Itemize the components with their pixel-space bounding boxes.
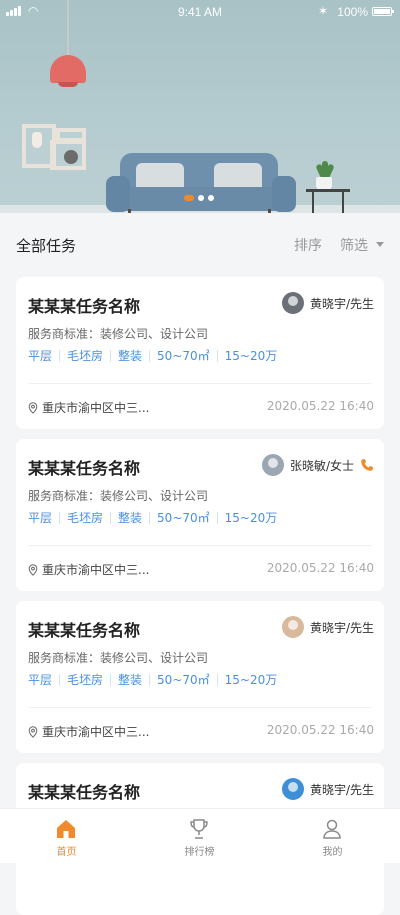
pendant-lamp — [50, 55, 86, 83]
tag-area: 50~70㎡ — [149, 350, 217, 362]
tag-floor-type: 平层 — [28, 673, 53, 687]
card-divider — [28, 545, 372, 546]
task-card[interactable]: 某某某任务名称 黄晓宇/先生 服务商标准：装修公司、设计公司 平层 毛坯房 整装… — [16, 277, 384, 429]
tab-label: 排行榜 — [184, 847, 215, 858]
location-pin-icon — [28, 563, 38, 576]
home-icon — [57, 820, 75, 838]
location-pin-icon — [28, 725, 38, 738]
task-datetime: 2020.05.22 16:40 — [266, 561, 374, 575]
provider-standard: 服务商标准：装修公司、设计公司 — [28, 489, 209, 503]
tab-label: 我的 — [322, 847, 343, 858]
task-contact: 黄晓宇/先生 — [281, 291, 374, 315]
task-location: 重庆市渝中区中三... — [28, 399, 149, 416]
task-title: 某某某任务名称 — [28, 459, 141, 478]
tab-profile[interactable]: 我的 — [266, 809, 399, 863]
side-table-leg — [342, 191, 344, 213]
tag-floor-type: 平层 — [28, 349, 53, 363]
tag-floor-type: 平层 — [28, 511, 53, 525]
tag-renovation-type: 整装 — [110, 350, 149, 362]
task-title: 某某某任务名称 — [28, 621, 141, 640]
tag-budget: 15~20万 — [216, 350, 285, 362]
task-tags: 平层 毛坯房 整装 50~70㎡ 15~20万 — [28, 350, 284, 362]
sofa-arm — [106, 176, 130, 212]
location-pin-icon — [28, 401, 38, 414]
bottom-tab-bar: 首页 排行榜 我的 — [0, 808, 400, 863]
wall-shelf — [56, 128, 86, 142]
location-text: 重庆市渝中区中三... — [42, 563, 150, 577]
tag-renovation-type: 整装 — [110, 674, 149, 686]
provider-standard: 服务商标准：装修公司、设计公司 — [28, 651, 209, 665]
task-list-header: 全部任务 排序 筛选 — [0, 213, 400, 277]
battery-percent: 100% — [337, 5, 368, 19]
task-title: 某某某任务名称 — [28, 783, 141, 802]
task-contact: 黄晓宇/先生 — [281, 777, 374, 801]
status-bar: ◠ 9:41 AM ✶ 100% — [0, 0, 400, 24]
shelf-decor — [64, 150, 78, 164]
side-table-leg — [312, 191, 314, 213]
task-card[interactable]: 某某某任务名称 张晓敏/女士 服务商标准：装修公司、设计公司 平层 毛坯房 整装… — [16, 439, 384, 591]
task-contact: 张晓敏/女士 — [261, 453, 374, 477]
sort-button[interactable]: 排序 — [294, 235, 322, 255]
tab-label: 首页 — [56, 847, 77, 858]
user-icon — [323, 819, 341, 839]
section-title: 全部任务 — [16, 237, 77, 255]
task-datetime: 2020.05.22 16:40 — [266, 723, 374, 737]
task-contact: 黄晓宇/先生 — [281, 615, 374, 639]
avatar — [281, 778, 304, 800]
task-title: 某某某任务名称 — [28, 297, 141, 316]
sofa-arm — [272, 176, 296, 212]
task-location: 重庆市渝中区中三... — [28, 561, 149, 578]
task-tags: 平层 毛坯房 整装 50~70㎡ 15~20万 — [28, 674, 284, 686]
contact-name: 黄晓宇/先生 — [309, 296, 374, 311]
tag-house-condition: 毛坯房 — [59, 512, 110, 524]
carousel-dot-active — [184, 195, 194, 201]
tag-house-condition: 毛坯房 — [59, 350, 110, 362]
contact-name: 张晓敏/女士 — [289, 458, 354, 473]
caret-down-icon[interactable] — [376, 242, 384, 247]
avatar — [281, 292, 304, 314]
card-divider — [28, 707, 372, 708]
task-location: 重庆市渝中区中三... — [28, 723, 149, 740]
bluetooth-icon: ✶ — [317, 4, 328, 18]
tab-home[interactable]: 首页 — [0, 809, 133, 863]
task-tags: 平层 毛坯房 整装 50~70㎡ 15~20万 — [28, 512, 284, 524]
carousel-dot — [198, 195, 204, 201]
task-datetime: 2020.05.22 16:40 — [266, 399, 374, 413]
battery-icon — [372, 7, 394, 16]
lamp-cord — [67, 0, 69, 56]
contact-name: 黄晓宇/先生 — [309, 620, 374, 635]
tag-renovation-type: 整装 — [110, 512, 149, 524]
avatar — [281, 616, 304, 638]
card-divider — [28, 383, 372, 384]
phone-icon[interactable] — [360, 458, 374, 472]
tag-area: 50~70㎡ — [149, 512, 217, 524]
avatar — [261, 454, 284, 476]
provider-standard: 服务商标准：装修公司、设计公司 — [28, 327, 209, 341]
contact-name: 黄晓宇/先生 — [309, 782, 374, 797]
tag-house-condition: 毛坯房 — [59, 674, 110, 686]
shelf-vase — [32, 132, 42, 148]
tag-area: 50~70㎡ — [149, 674, 217, 686]
carousel-dot — [208, 195, 214, 201]
tag-budget: 15~20万 — [216, 674, 285, 686]
lamp-rim — [58, 82, 78, 87]
task-card[interactable]: 某某某任务名称 黄晓宇/先生 服务商标准：装修公司、设计公司 平层 毛坯房 整装… — [16, 601, 384, 753]
location-text: 重庆市渝中区中三... — [42, 725, 150, 739]
tag-budget: 15~20万 — [216, 512, 285, 524]
filter-button[interactable]: 筛选 — [340, 235, 368, 255]
banner-carousel[interactable]: ◠ 9:41 AM ✶ 100% — [0, 0, 400, 213]
location-text: 重庆市渝中区中三... — [42, 401, 150, 415]
trophy-icon — [190, 819, 208, 839]
tab-ranking[interactable]: 排行榜 — [133, 809, 266, 863]
